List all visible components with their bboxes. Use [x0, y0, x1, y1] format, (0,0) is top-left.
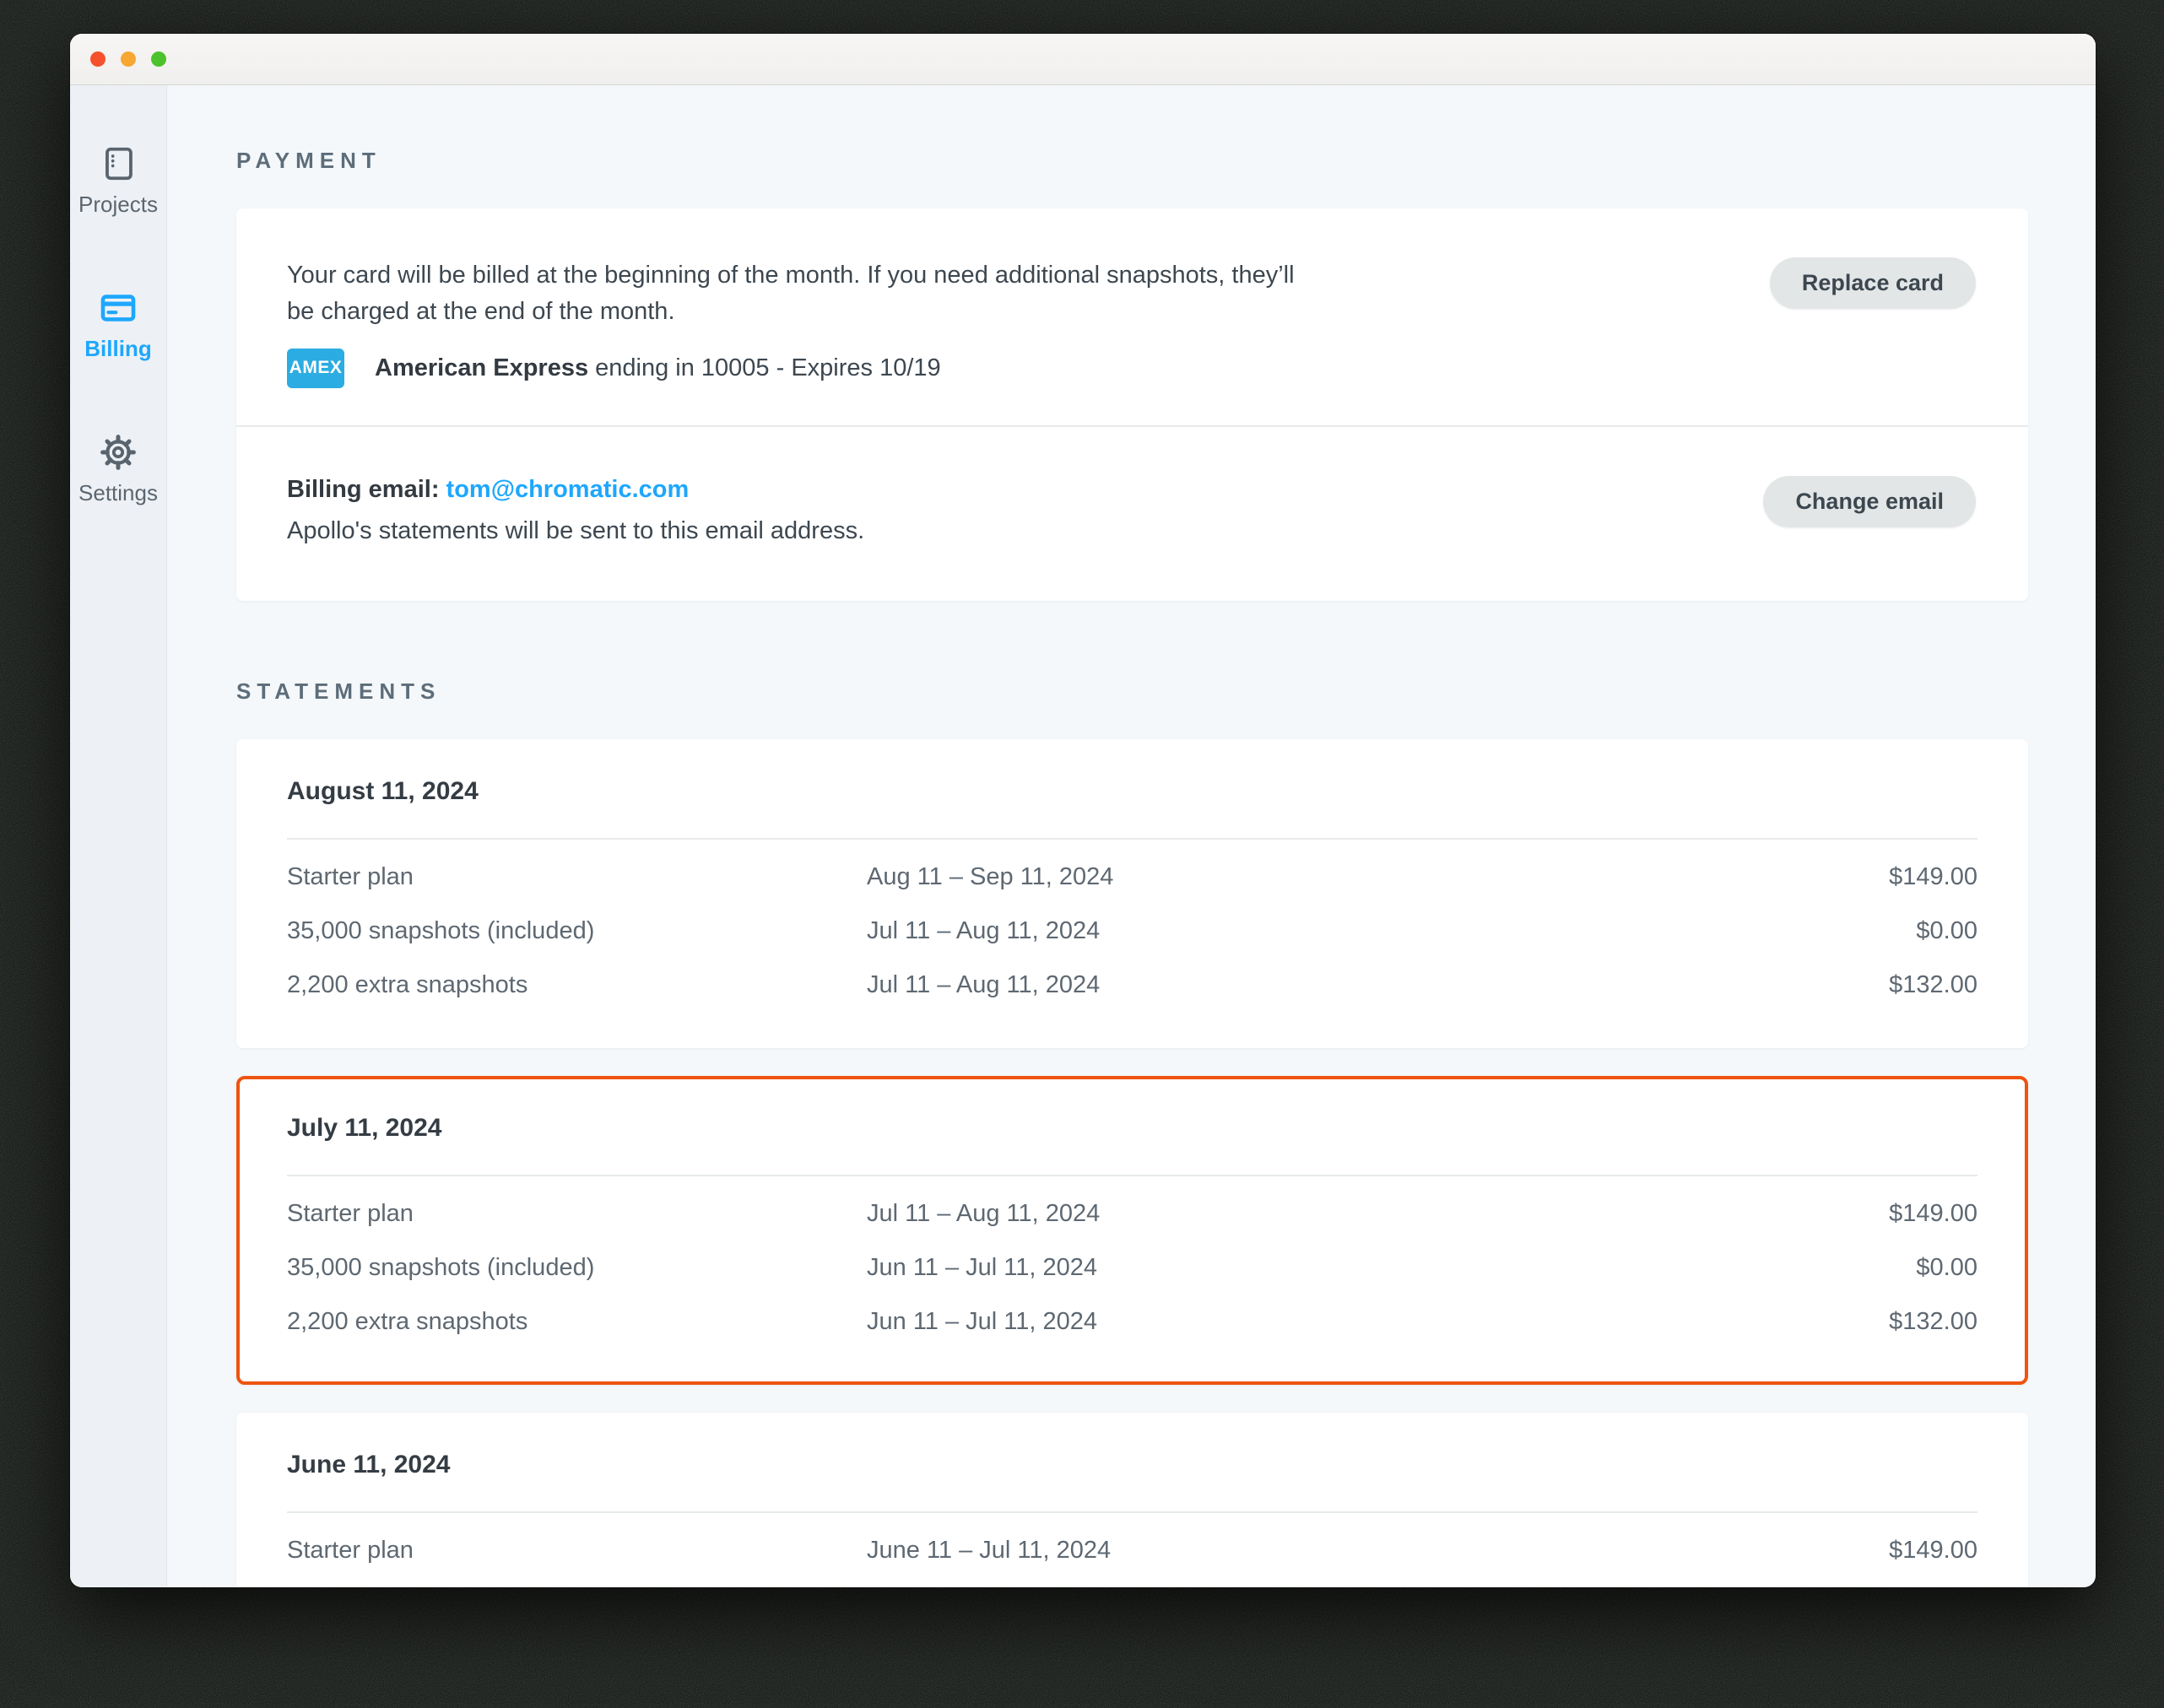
line-item-amount: $149.00: [1889, 863, 1977, 891]
line-item-period: Aug 11 – Sep 11, 2024: [867, 863, 1889, 891]
statement-rows: Starter plan June 11 – Jul 11, 2024 $149…: [287, 1524, 1977, 1587]
line-item-name: Starter plan: [287, 1537, 867, 1565]
window-body: Projects Billing: [70, 85, 2096, 1587]
line-item-name: 2,200 extra snapshots: [287, 1308, 867, 1336]
line-item-amount: $149.00: [1889, 1200, 1977, 1228]
sidebar: Projects Billing: [70, 85, 167, 1587]
settings-icon: [99, 433, 138, 472]
card-on-file: AMEX American Express ending in 10005 - …: [287, 349, 1295, 388]
billing-email-label: Billing email:: [287, 476, 446, 503]
card-description: American Express ending in 10005 - Expir…: [375, 354, 941, 382]
projects-icon: [99, 144, 138, 183]
close-window-button[interactable]: [90, 51, 105, 67]
line-item-amount: $149.00: [1889, 1537, 1977, 1565]
minimize-window-button[interactable]: [121, 51, 136, 67]
billing-page: PAYMENT Your card will be billed at the …: [167, 85, 2096, 1587]
billing-email-note: Apollo's statements will be sent to this…: [287, 517, 864, 545]
statement-line-item: 2,200 extra snapshots Jun 11 – Jul 11, 2…: [287, 1295, 1977, 1349]
line-item-period: June 11 – Jul 11, 2024: [867, 1537, 1889, 1565]
sidebar-item-billing[interactable]: Billing: [84, 289, 151, 362]
statement-line-item: 35,000 snapshots (included) May 11 – Jun…: [287, 1578, 1977, 1587]
statement-card-june[interactable]: June 11, 2024 Starter plan June 11 – Jul…: [236, 1413, 2028, 1587]
line-item-name: Starter plan: [287, 863, 867, 891]
app-window: Projects Billing: [70, 34, 2096, 1587]
sidebar-item-label: Settings: [78, 480, 158, 506]
line-item-name: 35,000 snapshots (included): [287, 917, 867, 945]
billing-email-line: Billing email: tom@chromatic.com: [287, 476, 864, 504]
billing-icon: [99, 289, 138, 327]
statement-line-item: 35,000 snapshots (included) Jun 11 – Jul…: [287, 1241, 1977, 1295]
statement-date: July 11, 2024: [287, 1113, 1977, 1143]
desktop-background: Projects Billing: [0, 0, 2164, 1708]
divider: [287, 1175, 1977, 1176]
billing-email-section: Billing email: tom@chromatic.com Apollo'…: [236, 425, 2028, 601]
line-item-name: 35,000 snapshots (included): [287, 1254, 867, 1282]
change-email-button[interactable]: Change email: [1763, 476, 1976, 527]
line-item-period: Jul 11 – Aug 11, 2024: [867, 1200, 1889, 1228]
statement-date: August 11, 2024: [287, 776, 1977, 807]
line-item-period: Jun 11 – Jul 11, 2024: [867, 1308, 1889, 1336]
statement-line-item: 2,200 extra snapshots Jul 11 – Aug 11, 2…: [287, 959, 1977, 1013]
billing-note: Your card will be billed at the beginnin…: [287, 257, 1295, 330]
statement-rows: Starter plan Jul 11 – Aug 11, 2024 $149.…: [287, 1187, 1977, 1349]
window-titlebar: [70, 34, 2096, 85]
statement-line-item: 35,000 snapshots (included) Jul 11 – Aug…: [287, 905, 1977, 959]
billing-email-link[interactable]: tom@chromatic.com: [446, 476, 690, 503]
line-item-amount: $0.00: [1916, 1254, 1977, 1282]
line-item-period: Jul 11 – Aug 11, 2024: [867, 971, 1889, 999]
sidebar-item-label: Billing: [84, 336, 151, 362]
line-item-amount: $132.00: [1889, 1308, 1977, 1336]
statement-date: June 11, 2024: [287, 1450, 1977, 1480]
divider: [287, 1511, 1977, 1513]
statement-card-july-selected[interactable]: July 11, 2024 Starter plan Jul 11 – Aug …: [236, 1076, 2028, 1385]
card-brand: American Express: [375, 354, 588, 381]
billing-email-info: Billing email: tom@chromatic.com Apollo'…: [287, 476, 864, 545]
statement-line-item: Starter plan Jul 11 – Aug 11, 2024 $149.…: [287, 1187, 1977, 1241]
sidebar-item-label: Projects: [78, 192, 158, 218]
line-item-amount: $0.00: [1916, 917, 1977, 945]
statements-section-header: STATEMENTS: [236, 680, 2028, 702]
replace-card-button[interactable]: Replace card: [1770, 257, 1976, 309]
card-info-section: Your card will be billed at the beginnin…: [236, 208, 2028, 425]
sidebar-item-settings[interactable]: Settings: [78, 433, 158, 506]
statement-line-item: Starter plan June 11 – Jul 11, 2024 $149…: [287, 1524, 1977, 1578]
statement-line-item: Starter plan Aug 11 – Sep 11, 2024 $149.…: [287, 851, 1977, 905]
line-item-period: Jul 11 – Aug 11, 2024: [867, 917, 1916, 945]
statement-card-august[interactable]: August 11, 2024 Starter plan Aug 11 – Se…: [236, 739, 2028, 1048]
payment-card: Your card will be billed at the beginnin…: [236, 208, 2028, 601]
line-item-period: Jun 11 – Jul 11, 2024: [867, 1254, 1916, 1282]
line-item-amount: $132.00: [1889, 971, 1977, 999]
statement-rows: Starter plan Aug 11 – Sep 11, 2024 $149.…: [287, 851, 1977, 1013]
divider: [287, 838, 1977, 840]
zoom-window-button[interactable]: [151, 51, 166, 67]
payment-section-header: PAYMENT: [236, 149, 2028, 171]
line-item-name: Starter plan: [287, 1200, 867, 1228]
amex-card-icon: AMEX: [287, 349, 344, 388]
line-item-name: 2,200 extra snapshots: [287, 971, 867, 999]
sidebar-item-projects[interactable]: Projects: [78, 144, 158, 218]
card-info: Your card will be billed at the beginnin…: [287, 257, 1295, 388]
card-details: ending in 10005 - Expires 10/19: [588, 354, 941, 381]
